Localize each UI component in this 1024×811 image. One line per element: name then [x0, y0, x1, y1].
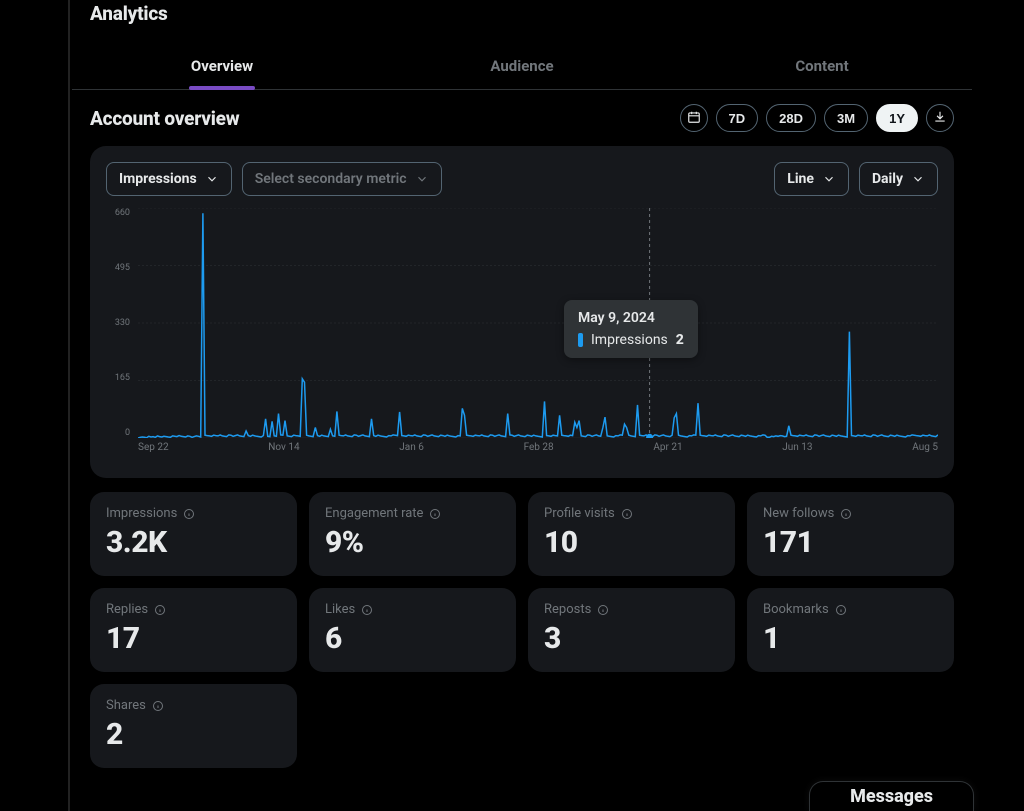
metrics-grid: Impressions 3.2K Engagement rate 9% Prof… — [90, 492, 954, 768]
download-icon — [933, 110, 947, 127]
metric-card-profile-visits[interactable]: Profile visits 10 — [528, 492, 735, 576]
metric-card-replies[interactable]: Replies 17 — [90, 588, 297, 672]
range-1y[interactable]: 1Y — [876, 104, 918, 132]
tab-label: Overview — [191, 57, 253, 75]
chart[interactable]: 660 495 330 165 0 Sep 22 — [106, 208, 938, 458]
tooltip-swatch — [578, 333, 583, 347]
tab-audience[interactable]: Audience — [372, 45, 672, 89]
tabs: Overview Audience Content — [72, 45, 972, 90]
info-icon — [597, 604, 609, 616]
range-7d[interactable]: 7D — [716, 104, 759, 132]
download-button[interactable] — [926, 104, 954, 132]
tab-label: Content — [795, 57, 848, 75]
granularity-select[interactable]: Daily — [859, 162, 938, 196]
tooltip-metric: Impressions — [591, 332, 668, 348]
date-picker-button[interactable] — [680, 104, 708, 132]
secondary-metric-select[interactable]: Select secondary metric — [242, 162, 442, 196]
range-28d[interactable]: 28D — [766, 104, 816, 132]
tab-label: Audience — [490, 57, 553, 75]
metric-card-reposts[interactable]: Reposts 3 — [528, 588, 735, 672]
chevron-down-icon — [205, 172, 219, 186]
calendar-icon — [687, 110, 701, 127]
info-icon — [154, 604, 166, 616]
chart-panel: Impressions Select secondary metric Line… — [90, 146, 954, 478]
page-title: Analytics — [72, 0, 972, 25]
messages-drawer[interactable]: Messages — [809, 781, 974, 811]
chevron-down-icon — [911, 172, 925, 186]
tooltip-value: 2 — [676, 332, 684, 348]
tab-content[interactable]: Content — [672, 45, 972, 89]
metric-card-new-follows[interactable]: New follows 171 — [747, 492, 954, 576]
metric-card-shares[interactable]: Shares 2 — [90, 684, 297, 768]
info-icon — [621, 508, 633, 520]
info-icon — [361, 604, 373, 616]
range-actions: 7D 28D 3M 1Y — [680, 104, 954, 132]
tab-overview[interactable]: Overview — [72, 45, 372, 89]
y-axis: 660 495 330 165 0 — [106, 208, 134, 438]
metric-card-engagement[interactable]: Engagement rate 9% — [309, 492, 516, 576]
info-icon — [835, 604, 847, 616]
plot-area — [138, 208, 938, 438]
left-rail-divider — [68, 0, 70, 811]
chart-tooltip: May 9, 2024 Impressions 2 — [564, 300, 698, 358]
section-title: Account overview — [90, 107, 239, 130]
tooltip-date: May 9, 2024 — [578, 310, 684, 326]
x-axis: Sep 22 Nov 14 Jan 6 Feb 28 Apr 21 Jun 13… — [138, 442, 938, 458]
range-3m[interactable]: 3M — [824, 104, 868, 132]
viz-type-select[interactable]: Line — [774, 162, 849, 196]
chevron-down-icon — [415, 172, 429, 186]
info-icon — [183, 508, 195, 520]
chart-controls: Impressions Select secondary metric Line… — [106, 162, 938, 196]
metric-card-likes[interactable]: Likes 6 — [309, 588, 516, 672]
chevron-down-icon — [822, 172, 836, 186]
primary-metric-select[interactable]: Impressions — [106, 162, 232, 196]
analytics-page: Analytics Overview Audience Content Acco… — [72, 0, 972, 768]
subheader: Account overview 7D 28D 3M 1Y — [72, 90, 972, 136]
info-icon — [840, 508, 852, 520]
metric-card-bookmarks[interactable]: Bookmarks 1 — [747, 588, 954, 672]
metric-card-impressions[interactable]: Impressions 3.2K — [90, 492, 297, 576]
info-icon — [429, 508, 441, 520]
info-icon — [152, 700, 164, 712]
